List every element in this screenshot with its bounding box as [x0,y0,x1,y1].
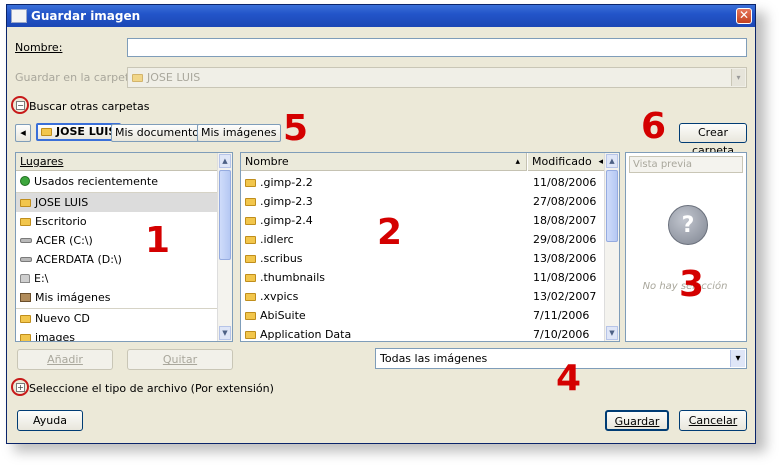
place-item-home[interactable]: JOSE LUIS [16,193,218,212]
question-icon: ? [668,205,708,245]
files-scrollbar[interactable]: ▲ ▼ [604,153,619,341]
app-icon [11,9,27,23]
cancel-button[interactable]: Cancelar [679,410,747,431]
folder-icon [41,128,52,136]
places-scrollbar[interactable]: ▲ ▼ [217,153,232,341]
preview-panel: Vista previa ? No hay selección [625,152,747,342]
folder-icon [132,74,143,82]
place-item-drive-c[interactable]: ACER (C:\) [16,231,218,250]
annotation-number: 2 [377,212,403,253]
save-button[interactable]: Guardar [605,410,669,431]
file-row[interactable]: .thumbnails 11/08/2006 [241,268,605,287]
remove-place-button[interactable]: Quitar [127,349,233,370]
drive-icon [20,274,30,283]
column-header-name[interactable]: Nombre ▴ [241,153,527,171]
annotation-number: 6 [641,106,667,147]
window-title: Guardar imagen [31,9,141,23]
preview-header: Vista previa [629,156,743,173]
path-button-documents[interactable]: Mis documentos [111,124,209,142]
folder-icon [245,255,256,263]
folder-icon [245,217,256,225]
place-item-drive-e[interactable]: E:\ [16,269,218,288]
name-input[interactable] [127,38,747,57]
arrow-left-icon: ◂ [20,126,26,139]
add-place-button[interactable]: Añadir [17,349,113,370]
place-item-recent[interactable]: Usados recientemente [16,172,218,191]
file-row[interactable]: Application Data 7/10/2006 [241,325,605,341]
file-type-toggle[interactable]: Seleccione el tipo de archivo (Por exten… [29,382,274,395]
file-row[interactable]: .gimp-2.4 18/08/2007 [241,211,605,230]
chevron-down-icon[interactable]: ▾ [730,350,745,367]
file-row[interactable]: AbiSuite 7/11/2006 [241,306,605,325]
recent-icon [20,176,30,186]
file-row[interactable]: .xvpics 13/02/2007 [241,287,605,306]
chevron-down-icon: ▾ [731,69,745,86]
name-label: Nombre: [15,41,63,54]
file-row[interactable]: .idlerc 29/08/2006 [241,230,605,249]
annotation-number: 5 [283,108,309,149]
help-button[interactable]: Ayuda [17,410,83,431]
scroll-up-icon[interactable]: ▲ [606,154,618,168]
path-back-button[interactable]: ◂ [15,124,31,142]
save-in-combo[interactable]: JOSE LUIS ▾ [127,67,747,88]
files-panel: Nombre ▴ Modificado ◂ .gimp-2.2 11/08/200… [240,152,620,342]
scroll-up-icon[interactable]: ▲ [219,154,231,168]
folder-icon [20,334,31,341]
scroll-thumb[interactable] [219,170,231,260]
places-header[interactable]: Lugares [16,153,218,171]
place-item-pictures[interactable]: Mis imágenes [16,288,218,307]
path-button-home[interactable]: JOSE LUIS [36,123,122,141]
annotation-number: 3 [679,264,705,305]
folder-icon [245,293,256,301]
folder-icon [245,198,256,206]
path-button-pictures[interactable]: Mis imágenes [197,124,281,142]
folder-icon [20,218,31,226]
column-header-modified[interactable]: Modificado ◂ [528,153,606,171]
title-bar[interactable]: Guardar imagen ✕ [7,5,755,27]
sort-ascending-icon: ▴ [515,157,520,167]
folder-icon [245,179,256,187]
file-row[interactable]: .gimp-2.3 27/08/2006 [241,192,605,211]
browse-folders-toggle[interactable]: Buscar otras carpetas [29,100,149,113]
scroll-down-icon[interactable]: ▼ [219,326,231,340]
highlight-circle [11,378,29,396]
scroll-down-icon[interactable]: ▼ [606,326,618,340]
highlight-circle [11,96,29,114]
drive-icon [20,257,32,262]
annotation-number: 1 [145,220,171,261]
folder-icon [20,199,31,207]
folder-icon [245,274,256,282]
folder-icon [245,331,256,339]
save-image-dialog: Guardar imagen ✕ Nombre: Guardar en la c… [6,4,756,444]
place-item-new-cd[interactable]: Nuevo CD [16,309,218,328]
folder-icon [20,315,31,323]
save-in-label: Guardar en la carpeta: [15,71,140,84]
scroll-thumb[interactable] [606,170,618,242]
annotation-number: 4 [556,358,582,399]
places-panel: Lugares Usados recientemente JOSE LUIS E… [15,152,233,342]
arrow-left-icon: ◂ [598,157,603,167]
file-row[interactable]: .scribus 13/08/2006 [241,249,605,268]
file-row[interactable]: .gimp-2.2 11/08/2006 [241,173,605,192]
place-item-images[interactable]: images [16,328,218,341]
save-in-value: JOSE LUIS [132,71,200,84]
pictures-icon [20,293,31,302]
close-button[interactable]: ✕ [736,8,752,24]
drive-icon [20,238,32,243]
place-item-desktop[interactable]: Escritorio [16,212,218,231]
folder-icon [245,236,256,244]
folder-icon [245,312,256,320]
create-folder-button[interactable]: Crear carpeta [679,123,747,157]
place-item-drive-d[interactable]: ACERDATA (D:\) [16,250,218,269]
